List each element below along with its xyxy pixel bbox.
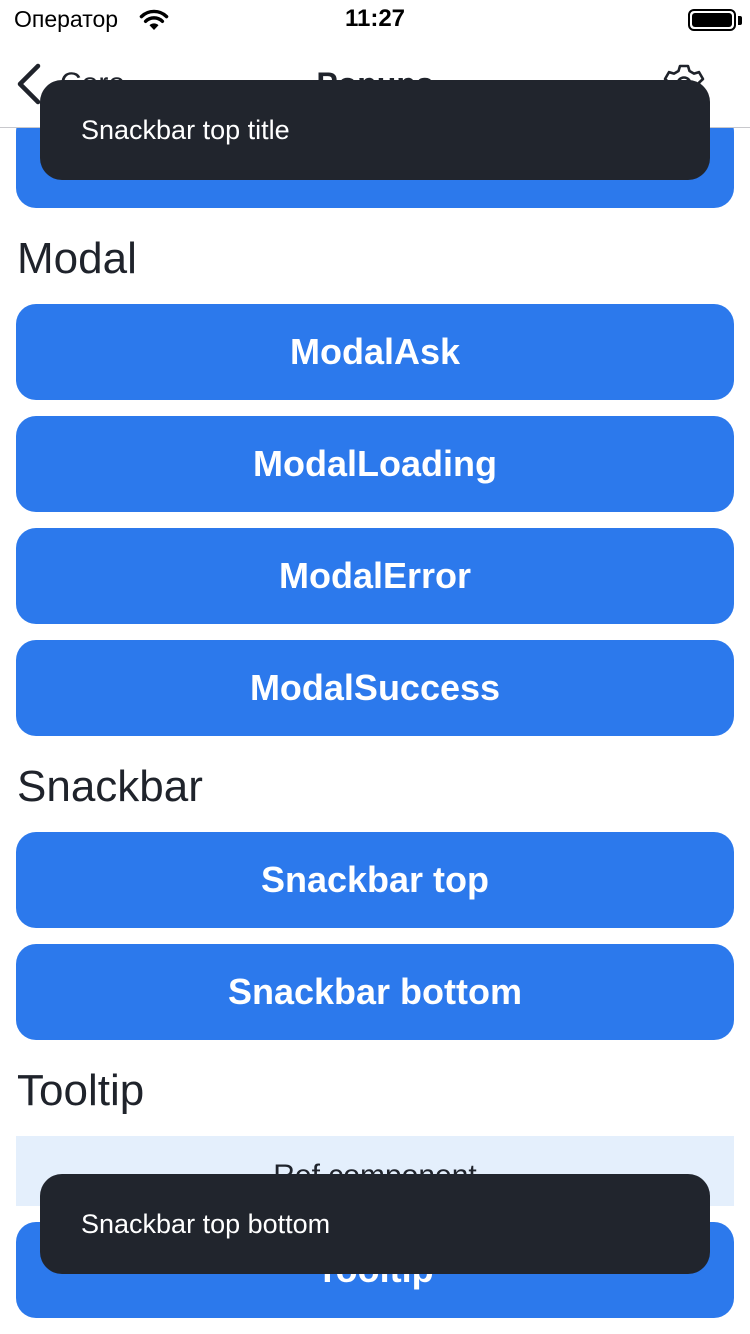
modal-success-button[interactable]: ModalSuccess bbox=[16, 640, 734, 736]
section-title-snackbar: Snackbar bbox=[17, 762, 203, 811]
clock: 11:27 bbox=[344, 5, 406, 32]
status-bar: Оператор 11:27 bbox=[0, 0, 750, 40]
modal-error-button[interactable]: ModalError bbox=[16, 528, 734, 624]
modal-ask-button[interactable]: ModalAsk bbox=[16, 304, 734, 400]
section-title-modal: Modal bbox=[17, 234, 137, 283]
content-scroll[interactable]: Modal ModalAsk ModalLoading ModalError M… bbox=[0, 128, 750, 1334]
snackbar-top[interactable]: Snackbar top title bbox=[40, 80, 710, 180]
snackbar-bottom-text: Snackbar top bottom bbox=[81, 1208, 331, 1239]
snackbar-top-text: Snackbar top title bbox=[81, 114, 290, 145]
screen: Оператор 11:27 Core Popups Modal bbox=[0, 0, 750, 1334]
section-title-tooltip: Tooltip bbox=[17, 1066, 145, 1115]
snackbar-bottom[interactable]: Snackbar top bottom bbox=[40, 1174, 710, 1274]
battery-cap bbox=[738, 16, 742, 25]
snackbar-top-button[interactable]: Snackbar top bbox=[16, 832, 734, 928]
snackbar-bottom-button[interactable]: Snackbar bottom bbox=[16, 944, 734, 1040]
modal-loading-button[interactable]: ModalLoading bbox=[16, 416, 734, 512]
battery-icon bbox=[688, 9, 736, 31]
